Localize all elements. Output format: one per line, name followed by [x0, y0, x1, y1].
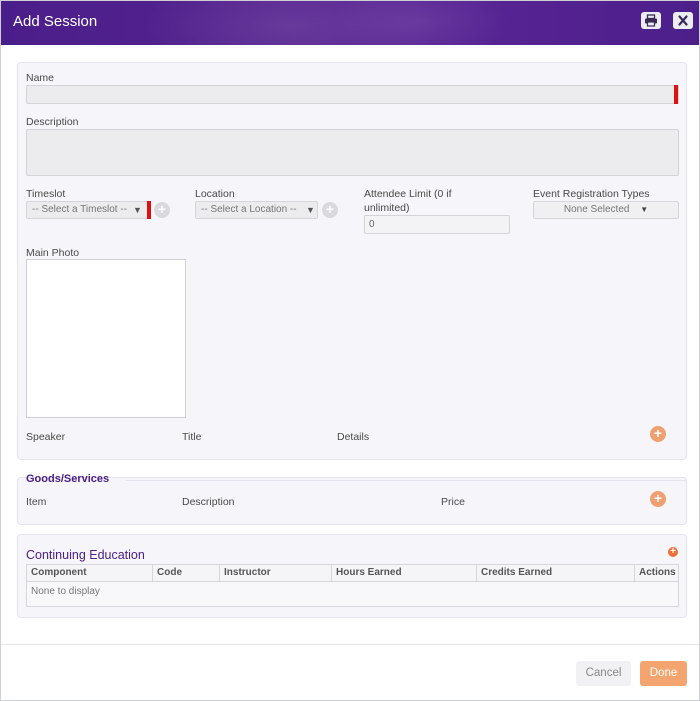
timeslot-select-value: -- Select a Timeslot -- — [32, 204, 128, 215]
registration-types-value: None Selected — [563, 204, 630, 215]
close-icon — [678, 15, 688, 26]
add-goods-button[interactable]: + — [650, 491, 666, 507]
dialog-header: Add Session — [1, 1, 699, 45]
registration-types-label: Event Registration Types — [533, 188, 650, 200]
dialog-title: Add Session — [13, 13, 98, 30]
footer-divider — [1, 644, 699, 645]
location-select[interactable]: -- Select a Location -- ▼ — [195, 201, 318, 219]
registration-types-select[interactable]: None Selected ▼ — [533, 201, 679, 219]
attendee-limit-label: Attendee Limit (0 if unlimited) — [364, 188, 452, 214]
price-column-header: Price — [441, 496, 465, 508]
header-decoration-2 — [331, 1, 511, 45]
plus-icon: + — [653, 490, 663, 506]
add-speaker-button[interactable]: + — [650, 426, 666, 442]
instructor-column-header: Instructor — [220, 565, 332, 582]
main-photo-label: Main Photo — [26, 247, 80, 259]
add-session-dialog: Add Session Name Description Timeslot --… — [0, 0, 700, 701]
empty-table-message: None to display — [31, 586, 100, 597]
name-field[interactable] — [26, 85, 679, 104]
description-field[interactable] — [26, 129, 679, 176]
name-label: Name — [26, 72, 55, 84]
main-photo-dropzone[interactable] — [26, 259, 186, 418]
continuing-education-title: Continuing Education — [26, 548, 145, 562]
plus-icon: + — [653, 425, 663, 441]
caret-down-icon: ▼ — [640, 205, 649, 214]
component-column-header: Component — [27, 565, 153, 582]
plus-icon: + — [325, 201, 335, 217]
details-column-header: Details — [337, 431, 370, 443]
required-marker — [674, 85, 678, 104]
timeslot-select[interactable]: -- Select a Timeslot -- ▼ — [26, 201, 149, 219]
title-column-header: Title — [182, 431, 202, 443]
goods-services-panel — [17, 477, 687, 525]
continuing-education-table: Component Code Instructor Hours Earned C… — [26, 564, 679, 607]
hours-earned-column-header: Hours Earned — [332, 565, 477, 582]
description-label: Description — [26, 116, 79, 128]
location-label: Location — [195, 188, 235, 200]
done-button[interactable]: Done — [640, 661, 687, 686]
table-header: Component Code Instructor Hours Earned C… — [27, 565, 678, 582]
actions-column-header: Actions — [639, 567, 676, 578]
plus-icon: + — [670, 546, 676, 557]
attendee-limit-field[interactable]: 0 — [364, 215, 510, 234]
code-column-header: Code — [153, 565, 220, 582]
cancel-button[interactable]: Cancel — [576, 661, 631, 686]
item-column-header: Item — [26, 496, 47, 508]
dropdown-caret-icon: ▼ — [303, 202, 315, 218]
credits-earned-column-header: Credits Earned — [477, 565, 635, 582]
dropdown-caret-icon: ▼ — [133, 205, 142, 215]
speaker-column-header: Speaker — [26, 431, 66, 443]
section-divider — [125, 480, 687, 481]
add-location-button[interactable]: + — [322, 202, 338, 218]
close-button[interactable] — [673, 12, 693, 29]
timeslot-label: Timeslot — [26, 188, 66, 200]
plus-icon: + — [157, 201, 167, 217]
print-button[interactable] — [641, 12, 661, 29]
location-select-value: -- Select a Location -- — [201, 204, 297, 215]
add-timeslot-button[interactable]: + — [154, 202, 170, 218]
add-continuing-education-button[interactable]: + — [668, 547, 678, 557]
goods-services-title: Goods/Services — [26, 473, 110, 485]
required-marker — [147, 201, 151, 219]
description-column-header: Description — [182, 496, 235, 508]
print-icon — [645, 14, 657, 27]
